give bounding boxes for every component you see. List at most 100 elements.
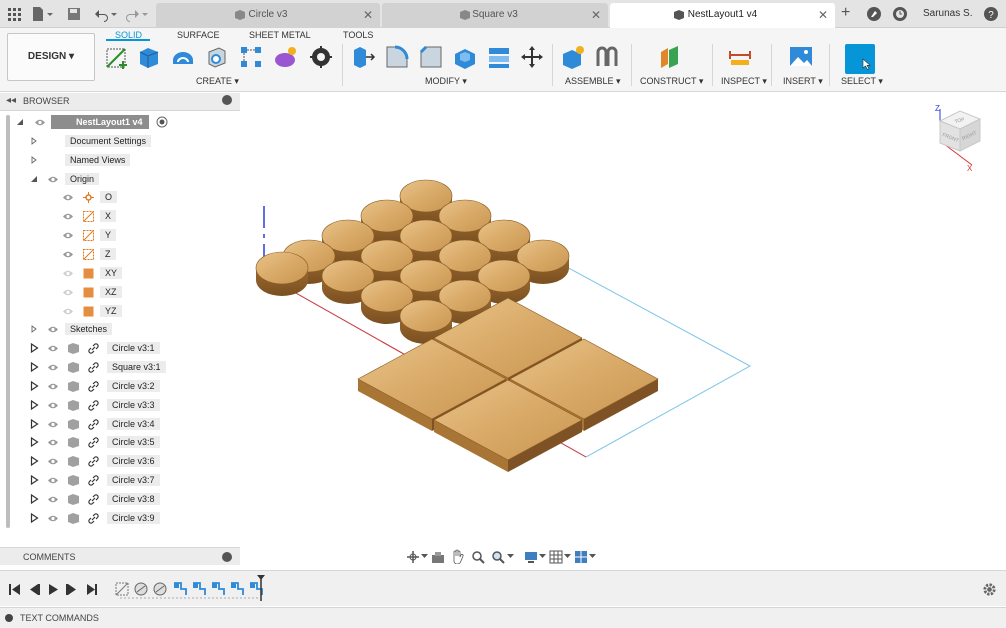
timeline-feature-body-icon[interactable]: [153, 582, 167, 596]
visibility-eye-icon[interactable]: [62, 269, 74, 278]
combine-icon[interactable]: [486, 44, 512, 70]
visibility-eye-icon[interactable]: [62, 307, 74, 316]
browser-item[interactable]: Origin: [0, 170, 240, 189]
offset-plane-icon[interactable]: [657, 44, 683, 70]
insert-menu[interactable]: INSERT ▾: [783, 76, 823, 87]
expand-arrow-icon[interactable]: [30, 399, 39, 410]
file-menu-caret-icon[interactable]: [46, 6, 54, 22]
play-icon[interactable]: [49, 584, 58, 595]
step-back-icon[interactable]: [30, 584, 40, 595]
sweep-icon[interactable]: [204, 44, 230, 70]
form-icon[interactable]: [272, 44, 298, 70]
expand-arrow-icon[interactable]: [30, 325, 38, 334]
timeline-feature-joint-icon[interactable]: [250, 582, 263, 595]
fillet-icon[interactable]: [384, 44, 410, 70]
close-tab-icon[interactable]: ✕: [591, 8, 601, 22]
timeline-feature-joint-icon[interactable]: [174, 582, 187, 595]
insert-image-icon[interactable]: [788, 44, 814, 70]
create-menu[interactable]: CREATE ▾: [196, 76, 239, 87]
orbit-caret-icon[interactable]: [421, 553, 428, 560]
visibility-eye-icon[interactable]: [47, 363, 59, 372]
expand-arrow-icon[interactable]: [30, 418, 39, 429]
browser-item[interactable]: X: [0, 207, 240, 226]
visibility-eye-icon[interactable]: [47, 420, 59, 429]
expand-arrow-icon[interactable]: [30, 136, 38, 145]
expand-arrow-icon[interactable]: [30, 512, 39, 523]
browser-item[interactable]: Named Views: [0, 151, 240, 170]
browser-item[interactable]: Circle v3:2: [0, 377, 240, 396]
inspect-menu[interactable]: INSPECT ▾: [721, 76, 767, 87]
modify-menu[interactable]: MODIFY ▾: [425, 76, 467, 87]
circle-part[interactable]: [255, 251, 309, 296]
timeline-feature-joint-icon[interactable]: [193, 582, 206, 595]
expand-arrow-icon[interactable]: [30, 343, 39, 354]
file-icon[interactable]: [30, 6, 46, 22]
chamfer-icon[interactable]: [418, 44, 444, 70]
pan-hand-icon[interactable]: [451, 549, 465, 564]
grid-caret-icon[interactable]: [564, 553, 571, 560]
display-settings-icon[interactable]: [524, 550, 538, 564]
tab-sheet-metal[interactable]: SHEET METAL: [249, 30, 311, 40]
select-button[interactable]: [845, 44, 875, 74]
visibility-eye-icon[interactable]: [47, 175, 59, 184]
browser-item[interactable]: Y: [0, 226, 240, 245]
fit-icon[interactable]: [491, 550, 505, 564]
timeline-settings-gear-icon[interactable]: [982, 582, 997, 597]
help-icon[interactable]: ?: [983, 6, 999, 22]
expand-arrow-icon[interactable]: [30, 380, 39, 391]
press-pull-icon[interactable]: [350, 44, 376, 70]
measure-icon[interactable]: [727, 44, 753, 70]
undo-icon[interactable]: [94, 6, 110, 22]
browser-item[interactable]: Circle v3:3: [0, 396, 240, 415]
viewcube[interactable]: Z X TOP FRONT RIGHT: [930, 101, 990, 173]
expand-arrow-icon[interactable]: [30, 437, 39, 448]
collapse-arrow-icon[interactable]: [16, 118, 24, 126]
extensions-icon[interactable]: [866, 6, 882, 22]
orbit-icon[interactable]: [406, 550, 420, 564]
browser-root-node[interactable]: NestLayout1 v4: [0, 113, 240, 132]
zoom-icon[interactable]: [471, 550, 485, 564]
user-name[interactable]: Sarunas S.: [923, 8, 972, 19]
canvas-viewport[interactable]: Z X TOP FRONT RIGHT: [240, 93, 1006, 569]
app-grid-icon[interactable]: [6, 6, 22, 22]
grid-settings-icon[interactable]: [549, 550, 563, 564]
browser-item[interactable]: Circle v3:4: [0, 415, 240, 434]
tab-tools[interactable]: TOOLS: [343, 30, 373, 40]
expand-arrow-icon[interactable]: [30, 475, 39, 486]
browser-item[interactable]: Circle v3:5: [0, 433, 240, 452]
job-status-icon[interactable]: [892, 6, 908, 22]
undo-caret-icon[interactable]: [110, 6, 118, 22]
pattern-icon[interactable]: [238, 44, 264, 70]
timeline-feature-body-icon[interactable]: [134, 582, 148, 596]
tab-square-v3[interactable]: Square v3 ✕: [382, 3, 608, 28]
visibility-eye-icon[interactable]: [47, 382, 59, 391]
visibility-eye-icon[interactable]: [47, 325, 59, 334]
timeline-features[interactable]: [110, 575, 270, 605]
panel-menu-icon[interactable]: [222, 95, 232, 105]
visibility-eye-icon[interactable]: [62, 288, 74, 297]
viewports-icon[interactable]: [574, 550, 588, 564]
browser-item[interactable]: O: [0, 188, 240, 207]
comments-add-icon[interactable]: [222, 552, 232, 562]
expand-arrow-icon[interactable]: [30, 155, 38, 164]
visibility-eye-icon[interactable]: [47, 344, 59, 353]
tab-circle-v3[interactable]: Circle v3 ✕: [156, 3, 380, 28]
go-to-start-icon[interactable]: [9, 584, 20, 595]
close-tab-icon[interactable]: ✕: [363, 8, 373, 22]
fusion-tool-icon[interactable]: [308, 44, 334, 70]
comments-panel[interactable]: COMMENTS: [0, 547, 240, 565]
activate-radio-icon[interactable]: [156, 116, 168, 128]
browser-item[interactable]: XY: [0, 264, 240, 283]
browser-item[interactable]: Circle v3:1: [0, 339, 240, 358]
visibility-eye-icon[interactable]: [47, 495, 59, 504]
expand-arrow-icon[interactable]: [30, 494, 39, 504]
visibility-eye-icon[interactable]: [62, 193, 74, 202]
redo-icon[interactable]: [124, 6, 140, 22]
timeline-marker[interactable]: [257, 575, 265, 601]
assemble-menu[interactable]: ASSEMBLE ▾: [565, 76, 621, 87]
workspace-switcher[interactable]: DESIGN ▾: [7, 33, 95, 81]
create-sketch-icon[interactable]: [104, 44, 130, 70]
browser-item[interactable]: Document Settings: [0, 132, 240, 151]
browser-item[interactable]: Sketches: [0, 320, 240, 339]
browser-item[interactable]: YZ: [0, 302, 240, 321]
